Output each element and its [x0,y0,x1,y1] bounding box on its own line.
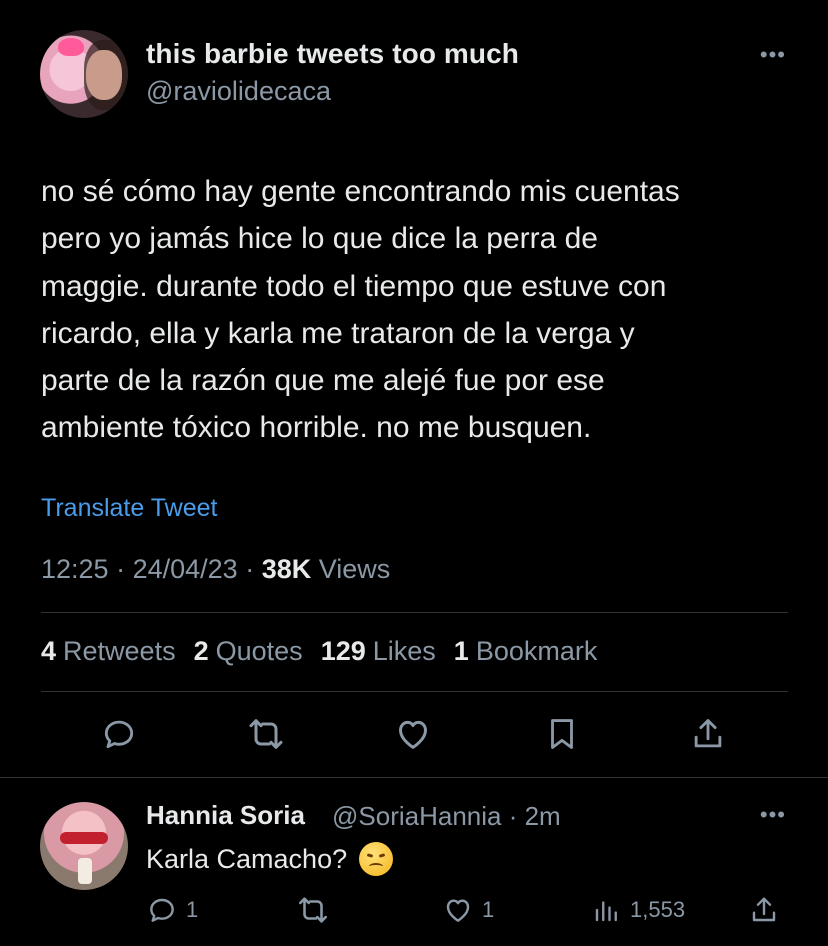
reply-replies-count: 1 [186,897,199,922]
retweet-icon[interactable] [244,712,288,756]
reply-actions-bar: 1 1 1,553 [0,890,828,930]
more-options-icon[interactable]: ••• [760,42,786,68]
tweet-time[interactable]: 12:25 [41,554,109,584]
reply-text: Karla Camacho? [146,843,348,874]
likes-count: 129 [320,636,366,666]
like-icon[interactable] [391,712,435,756]
reply-retweet-button[interactable] [296,890,330,930]
share-icon[interactable] [686,712,730,756]
author-avatar[interactable] [40,30,128,118]
reply-likes-count: 1 [482,897,495,922]
views-analytics-icon [595,901,617,922]
tweet-meta: 12:25 · 24/04/23 · 38K Views [41,554,390,585]
reply-author-meta: @SoriaHannia · 2m [332,801,561,832]
bookmarks-count: 1 [453,636,469,666]
quotes-count: 2 [193,636,209,666]
bookmarks-stat[interactable]: 1 Bookmark [454,636,598,667]
views-count: 38K [261,554,312,584]
tweet-actions-bar [0,712,828,762]
meta-separator: · [245,554,262,584]
reply-icon [150,898,174,922]
avatar-bow-shape [58,38,84,56]
reply-views-count: 1,553 [630,897,686,922]
reply-body: Karla Camacho? [146,842,394,876]
avatar-cup-shape [78,858,92,884]
reply-reply-button[interactable]: 1 [146,890,198,930]
bookmarks-label: Bookmark [475,636,598,666]
meta-separator: · [116,554,133,584]
bookmark-icon[interactable] [540,712,584,756]
share-icon [752,897,776,922]
reply-icon[interactable] [97,712,141,756]
reply-author-name[interactable]: Hannia Soria [146,800,305,831]
reply-author-handle[interactable]: @SoriaHannia [332,801,501,831]
divider [41,612,788,613]
reply-like-button[interactable]: 1 [442,890,494,930]
engagement-stats: 4 Retweets 2 Quotes 129 Likes 1 Bookmark [41,636,597,667]
retweets-count: 4 [41,636,57,666]
reply-tweet[interactable]: Hannia Soria @SoriaHannia · 2m ••• Karla… [0,778,828,946]
retweets-label: Retweets [63,636,176,666]
translate-tweet-link[interactable]: Translate Tweet [41,494,217,523]
reply-views-button[interactable]: 1,553 [592,890,685,930]
reply-more-options-icon[interactable]: ••• [760,802,786,828]
quotes-stat[interactable]: 2 Quotes [194,636,303,667]
disappointed-face-emoji-icon [359,842,394,876]
tweet-body: no sé cómo hay gente encontrando mis cue… [41,175,680,445]
reply-author-avatar[interactable] [40,802,128,890]
reply-time[interactable]: 2m [525,801,561,831]
tweet-date[interactable]: 24/04/23 [133,554,238,584]
avatar-face-shape [86,50,122,100]
views-label: Views [318,554,391,584]
divider [41,691,788,692]
retweet-icon [298,897,328,923]
author-handle[interactable]: @raviolidecaca [146,76,331,107]
meta-separator: · [501,801,525,831]
avatar-glasses-shape [60,832,108,844]
likes-label: Likes [372,636,436,666]
likes-stat[interactable]: 129 Likes [321,636,436,667]
main-tweet: this barbie tweets too much @raviolideca… [0,0,828,778]
retweets-stat[interactable]: 4 Retweets [41,636,176,667]
quotes-label: Quotes [215,636,303,666]
like-icon [446,899,470,922]
author-display-name[interactable]: this barbie tweets too much [146,38,519,70]
reply-share-button[interactable] [748,890,780,930]
